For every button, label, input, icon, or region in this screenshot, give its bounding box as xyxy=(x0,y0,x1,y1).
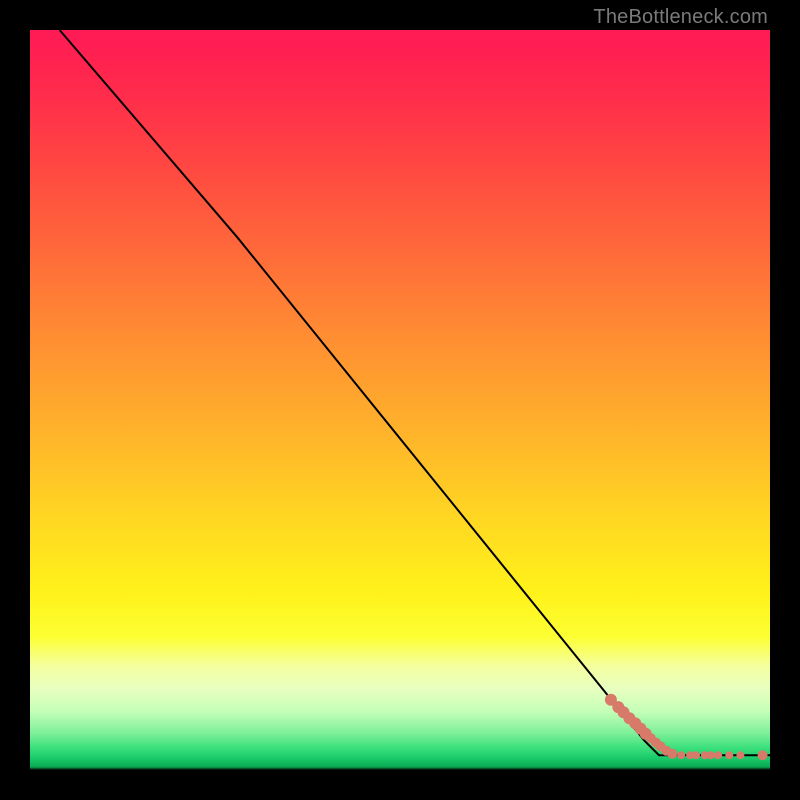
data-point xyxy=(707,751,715,759)
chart-frame: TheBottleneck.com xyxy=(0,0,800,800)
data-point xyxy=(667,749,677,759)
data-point xyxy=(677,751,685,759)
plot-area xyxy=(30,30,770,770)
data-markers xyxy=(605,694,768,761)
attribution-text: TheBottleneck.com xyxy=(593,6,768,29)
data-point xyxy=(758,750,768,760)
data-point xyxy=(692,751,700,759)
data-point xyxy=(725,751,733,759)
data-point xyxy=(714,751,722,759)
data-curve xyxy=(60,30,770,755)
chart-overlay xyxy=(30,30,770,770)
data-point xyxy=(736,751,744,759)
